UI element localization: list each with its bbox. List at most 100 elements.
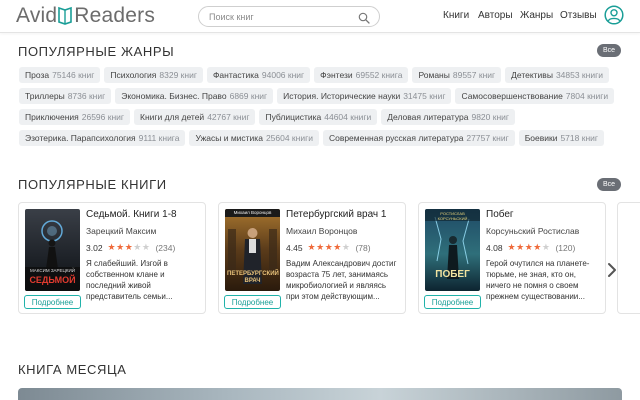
genre-chip[interactable]: Фантастика 94006 книг: [206, 67, 311, 83]
genre-chip[interactable]: Книги для детей 42767 книг: [134, 109, 256, 125]
rating-value: 4.45: [286, 242, 303, 253]
genre-chip[interactable]: Психология 8329 книг: [104, 67, 203, 83]
star-filled-icon: ★: [516, 242, 525, 252]
genre-chip-name: Ужасы и мистика: [195, 133, 263, 143]
genre-chip-count: 9111 книга: [138, 133, 180, 143]
genre-chip[interactable]: Приключения 26596 книг: [19, 109, 131, 125]
genre-chip[interactable]: Самосовершенствование 7804 книги: [455, 88, 615, 104]
book-rating: 3.02 ★★★★★ (234): [86, 242, 175, 253]
star-filled-icon: ★: [316, 242, 325, 252]
more-button[interactable]: Подробнее: [224, 295, 281, 309]
genre-chip[interactable]: Романы 89557 книг: [412, 67, 502, 83]
genre-chip-name: Приключения: [25, 112, 79, 122]
book-icon: [58, 5, 73, 27]
genre-chip-count: 27757 книг: [466, 133, 509, 143]
rating-value: 3.02: [86, 242, 103, 253]
user-avatar-icon[interactable]: [604, 5, 624, 25]
genre-chip-count: 75146 книг: [52, 70, 95, 80]
genre-chip-name: История. Исторические науки: [283, 91, 401, 101]
genre-chip[interactable]: Триллеры 8736 книг: [19, 88, 112, 104]
cover-title-text: СЕДЬМОЙ: [29, 275, 76, 285]
star-filled-icon: ★: [333, 242, 342, 252]
book-title[interactable]: Седьмой. Книги 1-8: [86, 209, 177, 220]
genre-chip[interactable]: История. Исторические науки 31475 книг: [277, 88, 452, 104]
genre-chip[interactable]: Эзотерика. Парапсихология 9111 книга: [19, 130, 186, 146]
genre-chip[interactable]: Экономика. Бизнес. Право 6869 книг: [115, 88, 274, 104]
genre-chip-name: Эзотерика. Парапсихология: [25, 133, 136, 143]
book-card[interactable]: Михаил Воронцов ПЕТЕРБУРГСКИЙ ВРАЧ Подро…: [218, 202, 406, 314]
genre-chip-name: Триллеры: [25, 91, 65, 101]
genre-chip[interactable]: Боевики 5718 книг: [518, 130, 604, 146]
site-logo[interactable]: Avid Readers: [16, 3, 155, 29]
rating-stars-icon: ★★★★★: [108, 242, 151, 253]
books-all-button[interactable]: Все: [597, 178, 621, 191]
genre-chip-name: Проза: [25, 70, 50, 80]
chevron-right-icon[interactable]: [606, 262, 618, 278]
star-filled-icon: ★: [324, 242, 334, 252]
genre-chip-count: 6869 книг: [229, 91, 268, 101]
book-card[interactable]: МАКСИМ ЗАРЕЦКИЙ СЕДЬМОЙ Подробнее Седьмо…: [18, 202, 206, 314]
genre-chip-name: Боевики: [524, 133, 558, 143]
nav-reviews[interactable]: Отзывы: [560, 10, 597, 21]
genre-chip-count: 26596 книг: [81, 112, 125, 122]
book-description: Я слабейший. Изгой в собственном клане и…: [86, 259, 173, 301]
nav-authors[interactable]: Авторы: [478, 10, 513, 21]
genre-chip-name: Романы: [418, 70, 450, 80]
top-header: Avid Readers Книги Авторы Жанры Отзывы: [0, 0, 640, 33]
rating-votes: (78): [355, 242, 371, 253]
cover-author-text: РОСТИСЛАВ КОРСУНЬСКИЙ: [437, 211, 468, 221]
genre-chip-count: 31475 книг: [403, 91, 446, 101]
search-icon[interactable]: [358, 11, 370, 24]
genre-chip[interactable]: Фэнтези 69552 книга: [314, 67, 409, 83]
genres-section-title: ПОПУЛЯРНЫЕ ЖАНРЫ: [18, 44, 175, 59]
book-card[interactable]: РОСТИСЛАВ КОРСУНЬСКИЙ ПОБЕГ Подробнее По…: [418, 202, 606, 314]
books-section-title: ПОПУЛЯРНЫЕ КНИГИ: [18, 177, 167, 192]
genre-chip[interactable]: Публицистика 44604 книги: [259, 109, 378, 125]
logo-text-left: Avid: [16, 4, 58, 27]
genre-chip-list: Проза 75146 книг Психология 8329 книг Фантас…: [19, 67, 625, 146]
star-filled-icon: ★: [116, 242, 125, 252]
genre-chip-name: Психология: [110, 70, 157, 80]
book-description: Вадим Александрович достиг возраста 75 л…: [286, 259, 397, 301]
genre-chip[interactable]: Деловая литература 9820 книг: [381, 109, 516, 125]
genre-chip-count: 7804 книги: [565, 91, 609, 101]
book-author[interactable]: Михаил Воронцов: [286, 226, 357, 236]
month-banner-image[interactable]: [18, 388, 622, 400]
more-button[interactable]: Подробнее: [24, 295, 81, 309]
star-filled-icon: ★: [307, 242, 317, 252]
genres-all-button[interactable]: Все: [597, 44, 621, 57]
book-rating: 4.45 ★★★★★ (78): [286, 242, 371, 253]
genre-chip-name: Детективы: [511, 70, 553, 80]
genre-chip-count: 89557 книг: [452, 70, 496, 80]
genre-chip[interactable]: Детективы 34853 книги: [505, 67, 609, 83]
book-cover[interactable]: РОСТИСЛАВ КОРСУНЬСКИЙ ПОБЕГ: [425, 209, 480, 291]
more-button[interactable]: Подробнее: [424, 295, 481, 309]
book-description: Герой очутился на планете-тюрьме, не зна…: [486, 259, 590, 301]
book-title[interactable]: Петербургский врач 1: [286, 209, 386, 220]
book-author[interactable]: Зарецкий Максим: [86, 226, 156, 236]
nav-books[interactable]: Книги: [443, 10, 469, 21]
genre-chip[interactable]: Ужасы и мистика 25604 книги: [189, 130, 319, 146]
book-cover[interactable]: Михаил Воронцов ПЕТЕРБУРГСКИЙ ВРАЧ: [225, 209, 280, 291]
search-input[interactable]: [209, 9, 349, 24]
star-empty-icon: ★: [141, 242, 151, 252]
cover-title-text: ПЕТЕРБУРГСКИЙ ВРАЧ: [227, 271, 279, 284]
genre-chip[interactable]: Современная русская литература 27757 книг: [322, 130, 515, 146]
genre-chip-name: Экономика. Бизнес. Право: [121, 91, 227, 101]
star-filled-icon: ★: [124, 242, 134, 252]
book-cover[interactable]: МАКСИМ ЗАРЕЦКИЙ СЕДЬМОЙ: [25, 209, 80, 291]
book-title[interactable]: Побег: [486, 209, 514, 220]
genre-chip-count: 94006 книг: [261, 70, 305, 80]
genre-chip-name: Самосовершенствование: [461, 91, 563, 101]
logo-text-right: Readers: [74, 4, 156, 27]
genre-chip-count: 42767 книг: [207, 112, 250, 122]
rating-stars-icon: ★★★★★: [308, 242, 351, 253]
nav-genres[interactable]: Жанры: [520, 10, 553, 21]
genre-chip-count: 34853 книги: [555, 70, 603, 80]
genre-chip-name: Деловая литература: [387, 112, 469, 122]
book-author[interactable]: Корсуньский Ростислав: [486, 226, 579, 236]
genre-chip[interactable]: Проза 75146 книг: [19, 67, 101, 83]
genre-chip-name: Публицистика: [265, 112, 322, 122]
genre-chip-count: 25604 книги: [265, 133, 313, 143]
genre-chip-count: 8329 книг: [159, 70, 197, 80]
